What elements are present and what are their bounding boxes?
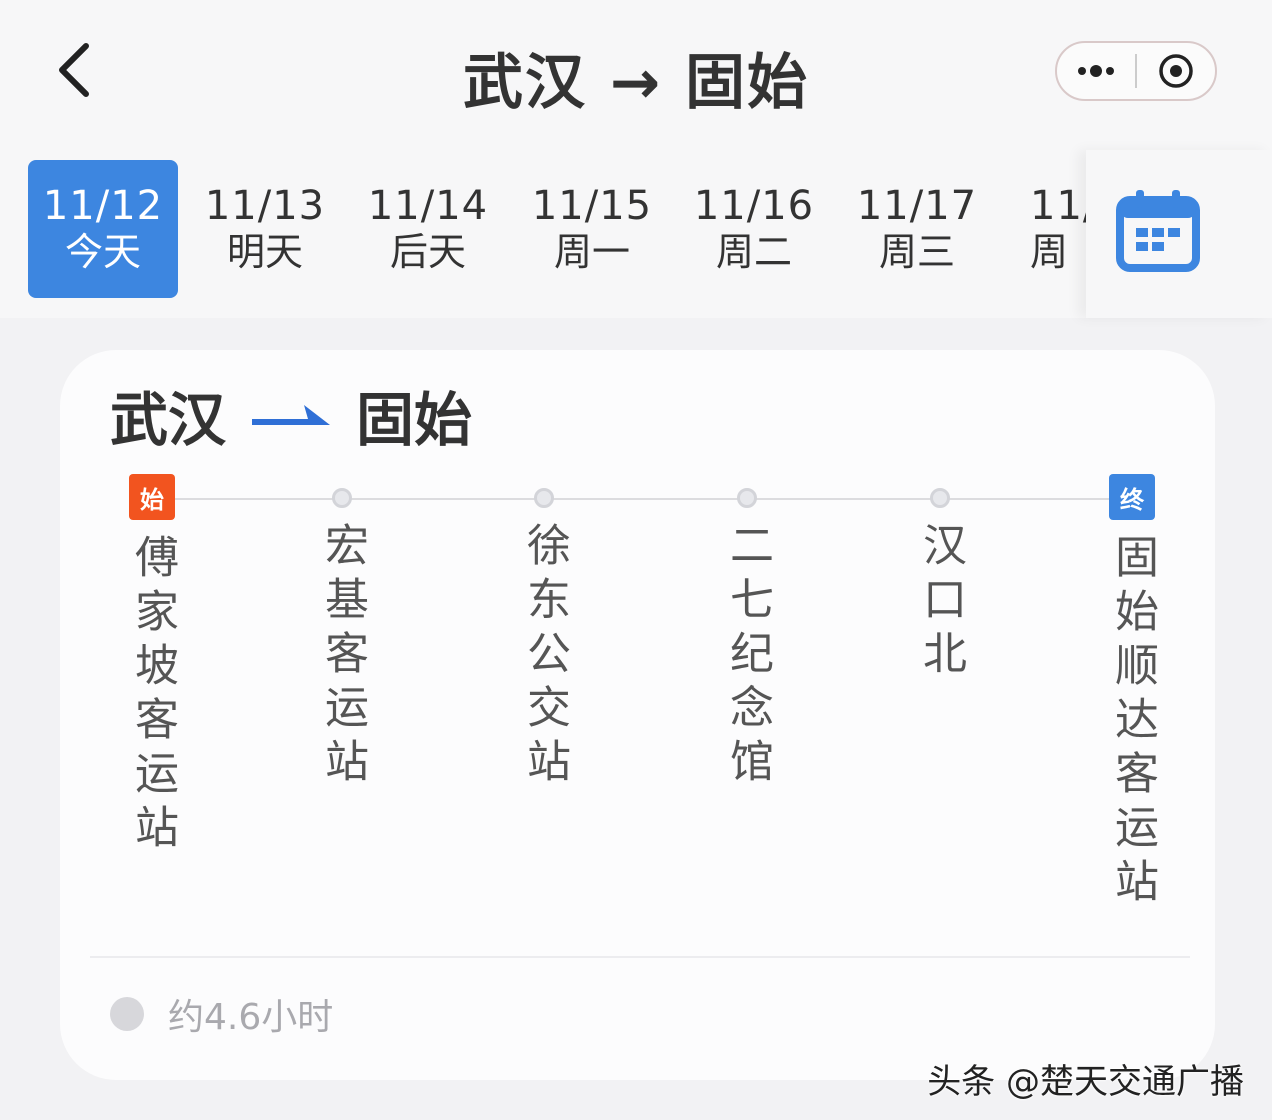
target-circle-icon	[1159, 54, 1193, 88]
navigation-bar: 武汉 → 固始	[0, 0, 1272, 140]
weekday-label: 周二	[715, 230, 792, 274]
stop-via: 二七纪念馆	[717, 474, 777, 792]
watermark: 头条 @楚天交通广播	[927, 1062, 1244, 1102]
stop-name: 固始顺达客运站	[1107, 534, 1158, 912]
date-label: 11/17	[856, 183, 978, 229]
route-header: 武汉 固始	[110, 380, 472, 454]
weekday-label: 周	[1030, 230, 1069, 274]
stop-name: 徐东公交站	[519, 522, 570, 792]
calendar-icon	[1116, 190, 1200, 272]
duration-text: 约4.6小时	[168, 997, 334, 1038]
date-tab-1[interactable]: 11/13 明天	[190, 160, 340, 298]
weekday-label: 今天	[64, 230, 141, 274]
date-label: 11/16	[693, 183, 815, 229]
close-program-button[interactable]	[1137, 43, 1215, 99]
date-tab-3[interactable]: 11/15 周一	[517, 160, 667, 298]
divider	[90, 956, 1190, 958]
route-line	[150, 498, 1150, 500]
end-badge: 终	[1109, 474, 1155, 520]
date-tab-0[interactable]: 11/12 今天	[28, 160, 178, 298]
date-tab-5[interactable]: 11/17 周三	[842, 160, 992, 298]
stop-name: 傅家坡客运站	[127, 534, 178, 858]
stop-dot-icon	[332, 488, 352, 508]
route-card[interactable]: 武汉 固始 始 傅家坡客运站 宏基客运站 徐东公交站 二七纪念馆 汉口北 终 固…	[60, 350, 1215, 1080]
date-tab-6[interactable]: 11/ 周	[1000, 160, 1088, 298]
more-dots-icon	[1078, 65, 1114, 77]
date-label: 11/13	[204, 183, 326, 229]
trip-duration: 约4.6小时	[110, 990, 333, 1038]
stop-start: 始 傅家坡客运站	[122, 474, 182, 858]
weekday-label: 明天	[226, 230, 303, 274]
stop-via: 宏基客运站	[312, 474, 372, 792]
weekday-label: 周三	[878, 230, 955, 274]
route-origin: 武汉	[110, 386, 227, 454]
calendar-panel	[1086, 150, 1272, 318]
stop-name: 二七纪念馆	[722, 522, 773, 792]
date-label: 11/	[1030, 183, 1088, 229]
date-tab-6-clipped: 11/ 周	[1000, 160, 1088, 298]
route-arrow-icon	[252, 405, 331, 425]
more-button[interactable]	[1057, 43, 1135, 99]
stop-dot-icon	[534, 488, 554, 508]
route-destination: 固始	[356, 386, 473, 454]
stop-end: 终 固始顺达客运站	[1102, 474, 1162, 912]
weekday-label: 周一	[553, 230, 630, 274]
calendar-button[interactable]	[1116, 188, 1200, 272]
stop-dot-icon	[737, 488, 757, 508]
stop-name: 汉口北	[915, 522, 966, 684]
stop-dot-icon	[930, 488, 950, 508]
stop-via: 徐东公交站	[514, 474, 574, 792]
date-tab-4[interactable]: 11/16 周二	[679, 160, 829, 298]
date-tab-2[interactable]: 11/14 后天	[353, 160, 503, 298]
stop-name: 宏基客运站	[317, 522, 368, 792]
start-badge: 始	[129, 474, 175, 520]
weekday-label: 后天	[389, 230, 466, 274]
date-label: 11/12	[42, 183, 164, 229]
clock-icon	[110, 997, 144, 1031]
mini-program-capsule	[1055, 41, 1217, 101]
date-label: 11/14	[367, 183, 489, 229]
date-label: 11/15	[531, 183, 653, 229]
stop-via: 汉口北	[910, 474, 970, 684]
